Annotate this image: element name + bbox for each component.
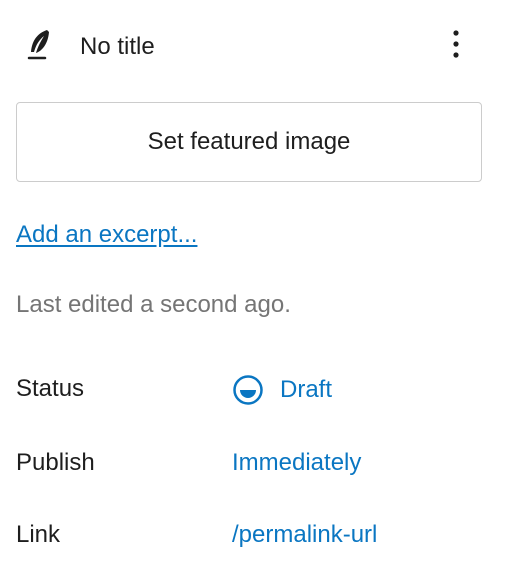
- permalink-value-button[interactable]: /permalink-url: [232, 520, 377, 550]
- set-featured-image-button[interactable]: Set featured image: [16, 102, 482, 182]
- last-edited-text: Last edited a second ago.: [16, 291, 291, 318]
- draft-status-icon: [232, 374, 264, 406]
- status-label: Status: [16, 375, 85, 402]
- link-label: Link: [16, 521, 61, 548]
- post-header: No title: [0, 18, 508, 74]
- add-excerpt-link[interactable]: Add an excerpt...: [16, 220, 197, 250]
- status-value-button[interactable]: Draft: [232, 374, 332, 406]
- more-options-button[interactable]: [442, 28, 470, 64]
- post-title: No title: [80, 33, 155, 60]
- status-value: Draft: [280, 376, 333, 403]
- feather-pen-icon: [24, 26, 54, 66]
- post-summary-panel: No title Set featured image Add an excer…: [0, 0, 508, 576]
- publish-value-button[interactable]: Immediately: [232, 448, 361, 478]
- publish-label: Publish: [16, 449, 95, 476]
- vertical-ellipsis-icon: [452, 28, 460, 65]
